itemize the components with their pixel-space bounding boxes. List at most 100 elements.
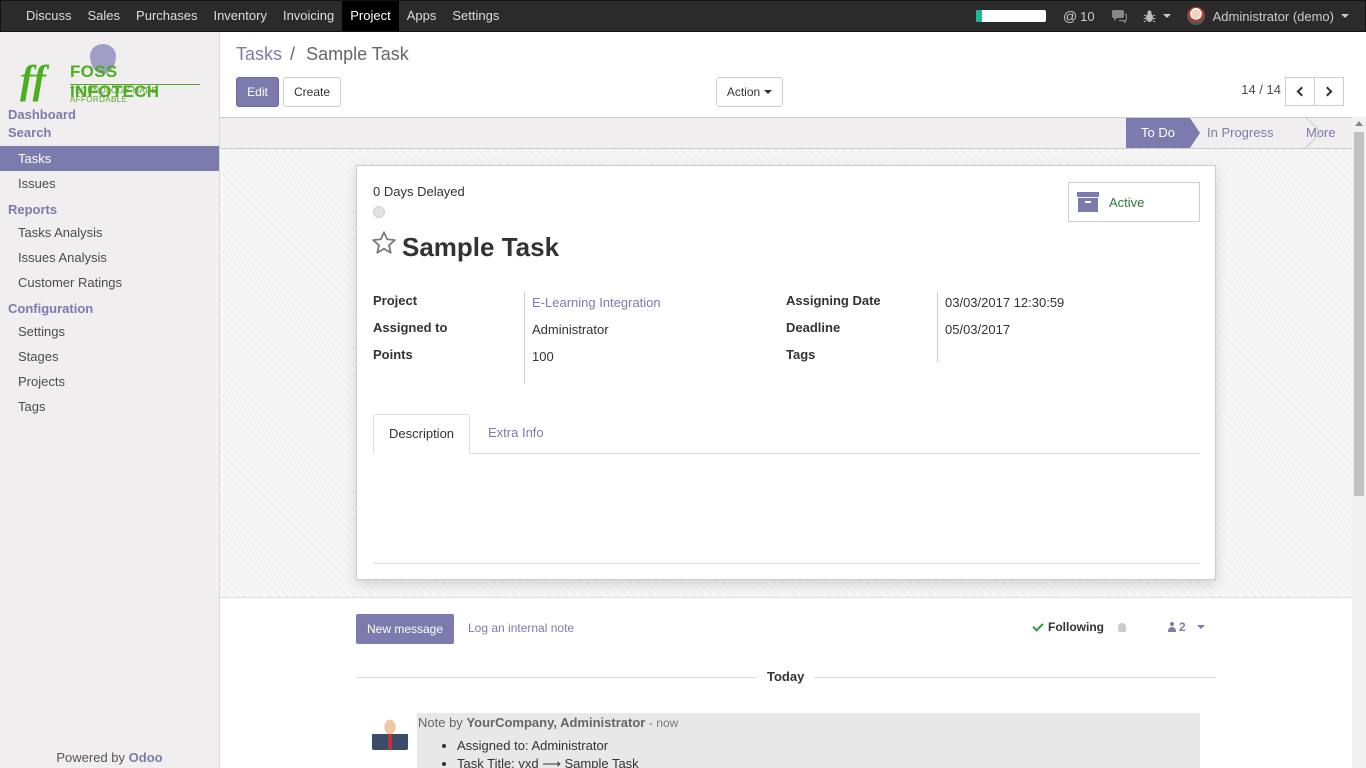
sidebar-item-issues-analysis[interactable]: Issues Analysis — [0, 245, 219, 270]
following-button[interactable]: Following — [1032, 619, 1126, 634]
scroll-up-arrow-icon[interactable] — [1355, 121, 1363, 126]
sidebar-item-tags[interactable]: Tags — [0, 394, 219, 419]
assigning-date-field[interactable]: 03/03/2017 12:30:59 — [945, 295, 1064, 310]
edit-button[interactable]: Edit — [236, 77, 279, 107]
points-field[interactable]: 100 — [532, 349, 554, 364]
sidebar-item-issues[interactable]: Issues — [0, 171, 219, 196]
at-icon: @ — [1062, 8, 1078, 24]
progress-fill — [975, 10, 982, 22]
menu-settings[interactable]: Settings — [444, 1, 507, 31]
mentions-count: 10 — [1080, 8, 1095, 24]
pager-value[interactable]: 14 / 14 — [1241, 82, 1281, 97]
author-avatar[interactable] — [372, 714, 408, 750]
chevron-down-icon — [1162, 14, 1171, 18]
assigned-to-field[interactable]: Administrator — [532, 322, 609, 337]
user-name: Administrator (demo) — [1212, 8, 1334, 24]
message-prefix: Note by — [418, 715, 463, 730]
powered-prefix: Powered by — [56, 750, 126, 765]
create-button[interactable]: Create — [283, 77, 341, 107]
chevron-left-icon — [1296, 86, 1307, 97]
project-label: Project — [373, 293, 418, 308]
debug-bug-icon[interactable] — [1143, 10, 1171, 23]
task-form-sheet: 0 Days Delayed Active Sample Task Projec… — [356, 165, 1216, 580]
project-field[interactable]: E-Learning Integration — [532, 295, 661, 310]
user-avatar — [1186, 7, 1205, 25]
sidebar-section-configuration[interactable]: Configuration — [0, 299, 219, 319]
archive-icon — [1077, 192, 1099, 212]
chevron-down-icon — [1196, 625, 1205, 629]
bell-icon[interactable] — [1118, 622, 1126, 632]
user-menu[interactable]: Administrator (demo) — [1186, 7, 1349, 25]
menu-invoicing[interactable]: Invoicing — [275, 1, 342, 31]
log-note-link[interactable]: Log an internal note — [468, 621, 574, 635]
top-navbar: Discuss Sales Purchases Inventory Invoic… — [0, 0, 1366, 32]
action-label: Action — [726, 85, 761, 99]
message-header: Note by YourCompany, Administrator - now — [418, 715, 678, 730]
following-label: Following — [1048, 620, 1104, 634]
new-message-button[interactable]: New message — [356, 614, 454, 644]
sidebar-item-settings[interactable]: Settings — [0, 319, 219, 344]
date-separator-today: Today — [757, 669, 815, 684]
menu-sales[interactable]: Sales — [80, 1, 129, 31]
breadcrumb-separator: / — [290, 44, 296, 64]
company-logo: ff FOSS INFOTECH TECHNOLOGY MADE AFFORDA… — [18, 44, 200, 104]
stage-todo[interactable]: To Do — [1126, 118, 1200, 148]
sidebar-item-customer-ratings[interactable]: Customer Ratings — [0, 270, 219, 295]
tab-extra-info[interactable]: Extra Info — [473, 414, 559, 454]
action-dropdown[interactable]: Action — [716, 77, 783, 107]
breadcrumb-tasks[interactable]: Tasks — [236, 44, 282, 64]
menu-purchases[interactable]: Purchases — [128, 1, 205, 31]
assigning-date-label: Assigning Date — [786, 293, 881, 308]
chatter-message: Note by YourCompany, Administrator - now… — [417, 713, 1200, 768]
menu-project[interactable]: Project — [342, 1, 399, 31]
notebook-tabs: Description Extra Info — [373, 414, 1200, 454]
onboarding-progress-bar[interactable] — [975, 10, 1046, 22]
sidebar-link-search[interactable]: Search — [0, 124, 219, 142]
stage-statusbar: To Do In Progress More — [220, 117, 1352, 149]
field-divider — [937, 292, 938, 362]
scrollbar[interactable] — [1352, 117, 1366, 768]
assigned-to-label: Assigned to — [373, 320, 448, 335]
kanban-state-indicator[interactable] — [373, 206, 385, 218]
systray: @10 Administrator (demo) — [975, 1, 1365, 31]
menu-apps[interactable]: Apps — [399, 1, 445, 31]
deadline-label: Deadline — [786, 320, 841, 335]
sidebar-nav: Dashboard Search Tasks Issues Reports Ta… — [0, 104, 219, 419]
mentions-counter[interactable]: @10 — [1063, 8, 1095, 24]
tab-description[interactable]: Description — [373, 414, 471, 454]
scrollbar-thumb[interactable] — [1354, 132, 1364, 496]
logo-tagline: TECHNOLOGY MADE AFFORDABLE — [70, 84, 200, 104]
active-toggle-button[interactable]: Active — [1068, 182, 1200, 222]
sidebar-link-dashboard[interactable]: Dashboard — [0, 106, 219, 124]
tracking-value: Task Title: vxd ⟶ Sample Task — [457, 755, 639, 768]
check-icon — [1032, 619, 1044, 632]
sidebar-section-reports[interactable]: Reports — [0, 200, 219, 220]
sidebar: ff FOSS INFOTECH TECHNOLOGY MADE AFFORDA… — [0, 32, 220, 768]
days-delayed: 0 Days Delayed — [373, 184, 465, 199]
stage-in-progress[interactable]: In Progress — [1207, 118, 1273, 148]
chevron-right-icon — [1322, 86, 1333, 97]
sidebar-item-tasks-analysis[interactable]: Tasks Analysis — [0, 220, 219, 245]
control-panel: Tasks / Sample Task Edit Create Action 1… — [220, 32, 1366, 117]
breadcrumb: Tasks / Sample Task — [236, 44, 409, 65]
star-icon[interactable] — [371, 230, 397, 256]
user-icon — [1168, 622, 1176, 632]
tracking-value: Assigned to: Administrator — [457, 737, 639, 755]
pager-previous-button[interactable] — [1285, 77, 1315, 106]
powered-by: Powered by Odoo — [0, 750, 219, 765]
chat-icon[interactable] — [1111, 9, 1127, 23]
menu-discuss[interactable]: Discuss — [18, 1, 80, 31]
sidebar-item-stages[interactable]: Stages — [0, 344, 219, 369]
menu-inventory[interactable]: Inventory — [205, 1, 274, 31]
odoo-link[interactable]: Odoo — [129, 750, 163, 765]
task-title[interactable]: Sample Task — [402, 232, 559, 263]
sidebar-item-projects[interactable]: Projects — [0, 369, 219, 394]
pager-next-button[interactable] — [1314, 77, 1344, 106]
chevron-down-icon — [1341, 14, 1349, 18]
message-author[interactable]: YourCompany, Administrator — [466, 715, 645, 730]
deadline-field[interactable]: 05/03/2017 — [945, 322, 1010, 337]
followers-dropdown[interactable]: 2 — [1168, 620, 1205, 634]
stage-more[interactable]: More — [1306, 118, 1336, 148]
description-divider — [373, 563, 1200, 564]
sidebar-item-tasks[interactable]: Tasks — [0, 146, 219, 171]
